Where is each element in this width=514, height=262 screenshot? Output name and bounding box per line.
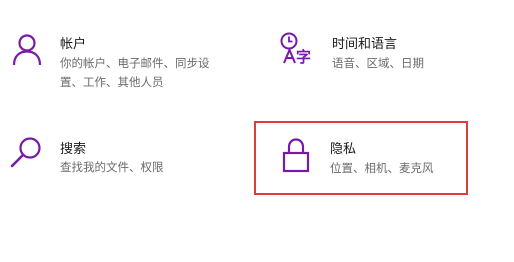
settings-tile-search[interactable]: 搜索 查找我的文件、权限 xyxy=(0,125,250,195)
settings-tile-privacy[interactable]: 隐私 位置、相机、麦克风 xyxy=(254,121,468,195)
tile-title: 隐私 xyxy=(330,142,357,157)
tile-title: 搜索 xyxy=(60,142,87,157)
tile-description-line: 查找我的文件、权限 xyxy=(60,160,164,174)
search-icon xyxy=(10,135,44,169)
tile-description: 语音、区域、日期 xyxy=(332,54,424,73)
svg-text:字: 字 xyxy=(296,48,311,66)
person-icon xyxy=(10,32,44,66)
lock-icon xyxy=(282,137,310,173)
tile-description-line: 置、工作、其他人员 xyxy=(60,75,164,89)
time-language-icon: 字 xyxy=(279,32,319,68)
settings-tile-time-language[interactable]: 字 时间和语言 语音、区域、日期 xyxy=(262,22,512,97)
tile-description-line: 语音、区域、日期 xyxy=(332,56,424,70)
tile-description: 你的帐户、电子邮件、同步设 置、工作、其他人员 xyxy=(60,54,210,92)
tile-description-line: 位置、相机、麦克风 xyxy=(330,161,434,175)
tile-description: 位置、相机、麦克风 xyxy=(330,159,434,178)
tile-title: 帐户 xyxy=(60,37,87,52)
tile-title: 时间和语言 xyxy=(332,37,398,52)
settings-tile-accounts[interactable]: 帐户 你的帐户、电子邮件、同步设 置、工作、其他人员 xyxy=(0,22,250,97)
tile-description-line: 你的帐户、电子邮件、同步设 xyxy=(60,56,210,70)
tile-description: 查找我的文件、权限 xyxy=(60,158,164,177)
